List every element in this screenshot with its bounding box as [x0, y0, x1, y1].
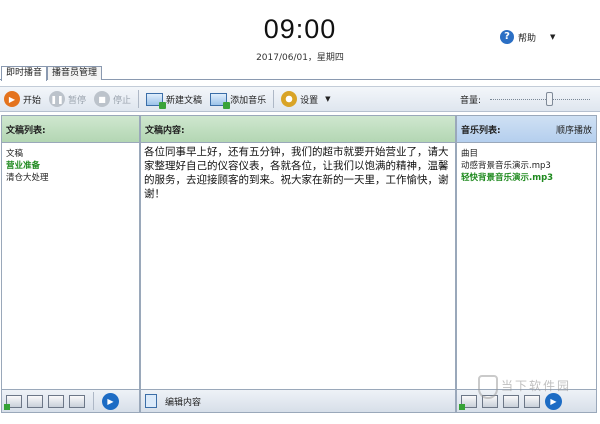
settings-button[interactable]: 设置 ▼ — [277, 88, 334, 110]
chevron-down-icon: ▼ — [550, 33, 556, 41]
volume-slider-thumb[interactable] — [546, 92, 553, 106]
tab-live-broadcast[interactable]: 即时播音 — [1, 66, 48, 81]
add-document-icon[interactable] — [4, 394, 22, 410]
delete-music-icon[interactable] — [524, 394, 540, 408]
edit-document-icon[interactable] — [27, 394, 43, 408]
music-list-title: 音乐列表: — [461, 125, 501, 136]
list-item[interactable]: 轻快背景音乐演示.mp3 — [457, 172, 596, 184]
pause-icon: ❚❚ — [49, 91, 66, 107]
list-item[interactable]: 清仓大处理 — [2, 172, 139, 184]
stop-label: 停止 — [113, 95, 132, 106]
list-item[interactable]: 营业准备 — [2, 160, 139, 172]
list-item[interactable]: 动感背景音乐演示.mp3 — [457, 160, 596, 172]
edit-content-icon — [145, 394, 157, 408]
import-document-icon[interactable] — [48, 394, 64, 408]
play-icon: ▶ — [4, 91, 20, 107]
stop-button[interactable]: ■ 停止 — [90, 88, 135, 110]
add-music-button[interactable]: 添加音乐 — [206, 88, 270, 110]
tab-bar: 即时播音 播音员管理 — [0, 64, 600, 81]
edit-music-icon[interactable] — [482, 394, 498, 408]
start-label: 开始 — [23, 95, 42, 106]
new-document-button[interactable]: 新建文稿 — [142, 88, 206, 110]
list-item[interactable]: 文稿 — [2, 148, 139, 160]
music-list-header: 音乐列表: 顺序播放 — [457, 116, 596, 143]
edit-content-button[interactable]: 编辑内容 — [165, 395, 201, 408]
new-document-icon — [146, 92, 167, 109]
start-button[interactable]: ▶ 开始 — [0, 88, 45, 110]
play-mode-selector[interactable]: 顺序播放 — [556, 123, 592, 136]
stop-icon: ■ — [94, 91, 111, 107]
volume-label: 音量: — [460, 96, 482, 106]
list-item[interactable]: 曲目 — [457, 148, 596, 160]
document-content-text[interactable]: 各位同事早上好，还有五分钟，我们的超市就要开始营业了，请大家整理好自己的仪容仪表… — [141, 143, 455, 203]
pause-button[interactable]: ❚❚ 暂停 — [45, 88, 90, 110]
help-menu[interactable]: ? 帮助 ▼ — [500, 30, 555, 44]
add-music-icon — [210, 92, 231, 109]
toolbar-divider — [138, 90, 140, 108]
tab-announcer-management[interactable]: 播音员管理 — [47, 66, 103, 80]
settings-label: 设置 — [300, 95, 319, 106]
document-content-panel: 文稿内容: 各位同事早上好，还有五分钟，我们的超市就要开始营业了，请大家整理好自… — [140, 115, 456, 391]
help-label: 帮助 — [518, 33, 537, 44]
add-music-label: 添加音乐 — [230, 95, 267, 106]
pause-label: 暂停 — [68, 95, 87, 106]
document-list-panel: 文稿列表: 文稿 营业准备 清仓大处理 — [1, 115, 140, 391]
gear-icon — [281, 91, 298, 107]
document-list-title: 文稿列表: — [6, 125, 46, 136]
music-list-actions: ▶ — [456, 389, 597, 413]
document-content-header: 文稿内容: — [141, 116, 455, 143]
help-icon: ? — [500, 30, 514, 44]
delete-document-icon[interactable] — [69, 394, 85, 408]
music-list-panel: 音乐列表: 顺序播放 曲目 动感背景音乐演示.mp3 轻快背景音乐演示.mp3 — [456, 115, 597, 391]
toolbar-divider — [93, 392, 94, 410]
document-content-title: 文稿内容: — [145, 125, 185, 136]
chevron-down-icon: ▼ — [325, 95, 331, 103]
toolbar-divider — [273, 90, 275, 108]
document-content-actions: 编辑内容 — [140, 389, 456, 413]
play-icon[interactable]: ▶ — [545, 392, 562, 410]
play-icon[interactable]: ▶ — [102, 392, 119, 410]
document-list-actions: ▶ — [1, 389, 140, 413]
volume-slider[interactable] — [490, 99, 590, 101]
import-music-icon[interactable] — [503, 394, 519, 408]
new-document-label: 新建文稿 — [166, 95, 203, 106]
document-list-header: 文稿列表: — [2, 116, 139, 143]
add-music-icon[interactable] — [459, 394, 477, 410]
clock-date: 2017/06/01，星期四 — [256, 53, 344, 63]
